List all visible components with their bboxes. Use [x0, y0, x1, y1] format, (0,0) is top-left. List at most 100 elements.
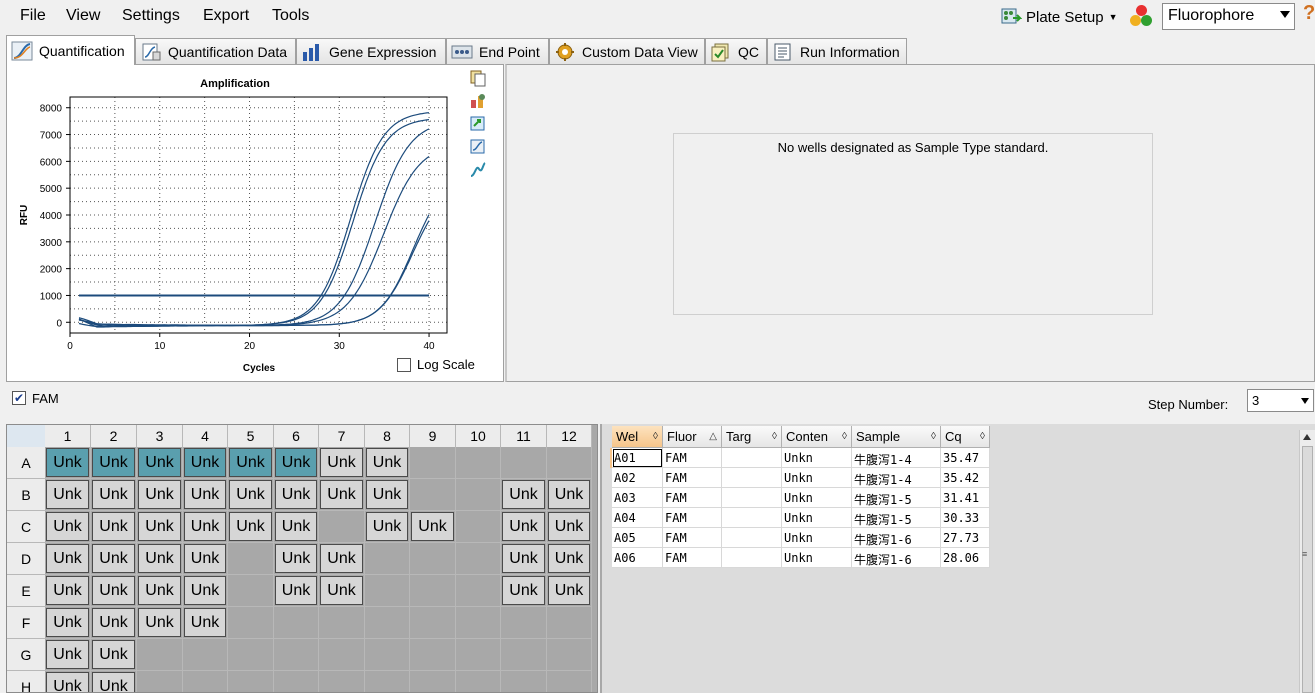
- plate-cell[interactable]: [410, 671, 456, 692]
- plate-well[interactable]: Unk: [366, 512, 408, 541]
- plate-well[interactable]: Unk: [275, 480, 317, 509]
- amplification-curve[interactable]: [78, 220, 430, 327]
- plate-cell[interactable]: [501, 671, 547, 692]
- amplification-curve[interactable]: [78, 214, 430, 327]
- plate-well[interactable]: Unk: [502, 512, 545, 541]
- sort-ascending-icon[interactable]: △: [709, 431, 717, 442]
- table-cell[interactable]: Unkn: [782, 508, 852, 528]
- table-cell[interactable]: FAM: [663, 508, 722, 528]
- plate-well[interactable]: Unk: [320, 480, 363, 509]
- plate-cell[interactable]: [456, 639, 501, 671]
- plate-well[interactable]: Unk: [184, 544, 226, 573]
- plate-cell[interactable]: [274, 607, 319, 639]
- plate-well[interactable]: Unk: [184, 480, 226, 509]
- plate-well[interactable]: Unk: [138, 576, 181, 605]
- table-column-header[interactable]: Wel ◊: [612, 426, 663, 448]
- plate-well[interactable]: Unk: [138, 480, 181, 509]
- scroll-up-icon[interactable]: [1303, 434, 1311, 440]
- sort-icon[interactable]: ◊: [772, 431, 777, 442]
- sort-icon[interactable]: ◊: [653, 431, 658, 442]
- plate-column-header[interactable]: 12: [547, 425, 592, 447]
- plate-cell[interactable]: [410, 447, 456, 479]
- status-lights-icon[interactable]: [1129, 4, 1155, 28]
- plate-cell[interactable]: [365, 671, 410, 692]
- plate-column-header[interactable]: 11: [501, 425, 547, 447]
- plate-well[interactable]: Unk: [184, 512, 226, 541]
- plate-well[interactable]: Unk: [92, 480, 135, 509]
- plate-well[interactable]: Unk: [138, 544, 181, 573]
- plate-row-header[interactable]: F: [7, 607, 45, 639]
- plate-setup-button[interactable]: Plate Setup ▼: [1000, 4, 1117, 30]
- table-cell[interactable]: 牛腹泻1-4: [852, 468, 941, 488]
- table-column-header[interactable]: Conten ◊: [782, 426, 852, 448]
- plate-well[interactable]: Unk: [46, 608, 89, 637]
- plate-well[interactable]: Unk: [229, 480, 272, 509]
- table-cell[interactable]: 牛腹泻1-6: [852, 528, 941, 548]
- table-cell[interactable]: FAM: [663, 468, 722, 488]
- table-cell[interactable]: 35.47: [941, 448, 990, 468]
- plate-well[interactable]: Unk: [320, 448, 363, 477]
- menu-export[interactable]: Export: [203, 7, 249, 25]
- plate-cell[interactable]: [183, 671, 228, 692]
- plate-column-header[interactable]: 5: [228, 425, 274, 447]
- table-scrollbar[interactable]: ≡: [1299, 430, 1315, 693]
- plate-column-header[interactable]: 9: [410, 425, 456, 447]
- plate-column-header[interactable]: 2: [91, 425, 137, 447]
- plate-cell[interactable]: [274, 639, 319, 671]
- plate-cell[interactable]: [228, 543, 274, 575]
- fam-checkbox[interactable]: ✔: [12, 391, 26, 405]
- plate-cell[interactable]: [410, 575, 456, 607]
- zoom-chart-icon[interactable]: [469, 138, 487, 156]
- plate-well[interactable]: Unk: [92, 640, 135, 669]
- plate-well[interactable]: Unk: [275, 512, 317, 541]
- plate-well[interactable]: Unk: [46, 448, 89, 477]
- plate-well[interactable]: Unk: [548, 480, 590, 509]
- plate-well[interactable]: Unk: [92, 512, 135, 541]
- fluorophore-select[interactable]: Fluorophore: [1162, 3, 1295, 30]
- plate-cell[interactable]: [365, 575, 410, 607]
- plate-well[interactable]: Unk: [548, 512, 590, 541]
- plate-cell[interactable]: [456, 607, 501, 639]
- plate-well[interactable]: Unk: [548, 576, 590, 605]
- table-cell[interactable]: Unkn: [782, 448, 852, 468]
- plate-cell[interactable]: [456, 543, 501, 575]
- plate-cell[interactable]: [319, 671, 365, 692]
- table-cell[interactable]: FAM: [663, 488, 722, 508]
- plate-well[interactable]: Unk: [229, 512, 272, 541]
- chart-properties-icon[interactable]: [469, 92, 487, 110]
- table-cell[interactable]: [722, 508, 782, 528]
- plate-well[interactable]: Unk: [46, 512, 89, 541]
- plate-cell[interactable]: [410, 543, 456, 575]
- table-cell[interactable]: 牛腹泻1-6: [852, 548, 941, 568]
- plate-cell[interactable]: [319, 607, 365, 639]
- log-scale-checkbox[interactable]: [397, 357, 411, 372]
- plate-row-header[interactable]: E: [7, 575, 45, 607]
- table-cell[interactable]: A06: [612, 548, 663, 568]
- plate-well[interactable]: Unk: [46, 576, 89, 605]
- tab-run-information[interactable]: Run Information: [767, 38, 907, 64]
- plate-column-header[interactable]: 3: [137, 425, 183, 447]
- sort-icon[interactable]: ◊: [980, 431, 985, 442]
- plate-row-header[interactable]: G: [7, 639, 45, 671]
- menu-tools[interactable]: Tools: [272, 7, 309, 25]
- plate-row-header[interactable]: A: [7, 447, 45, 479]
- scroll-thumb[interactable]: [1302, 446, 1313, 693]
- plate-cell[interactable]: [319, 511, 365, 543]
- help-icon[interactable]: ?: [1303, 2, 1315, 25]
- plate-row-header[interactable]: B: [7, 479, 45, 511]
- plate-cell[interactable]: [410, 639, 456, 671]
- plate-well[interactable]: Unk: [92, 448, 135, 477]
- tab-quantification-data[interactable]: Quantification Data: [135, 38, 296, 64]
- plate-well[interactable]: Unk: [502, 544, 545, 573]
- plate-well[interactable]: Unk: [184, 576, 226, 605]
- table-cell[interactable]: 牛腹泻1-5: [852, 508, 941, 528]
- plate-well[interactable]: Unk: [92, 608, 135, 637]
- plate-column-header[interactable]: 1: [45, 425, 91, 447]
- copy-icon[interactable]: [469, 69, 487, 87]
- tab-quantification[interactable]: Quantification: [6, 35, 135, 65]
- plate-cell[interactable]: [228, 575, 274, 607]
- plate-well[interactable]: Unk: [184, 608, 226, 637]
- table-cell[interactable]: A03: [612, 488, 663, 508]
- plate-well[interactable]: Unk: [366, 480, 408, 509]
- plate-well[interactable]: Unk: [548, 544, 590, 573]
